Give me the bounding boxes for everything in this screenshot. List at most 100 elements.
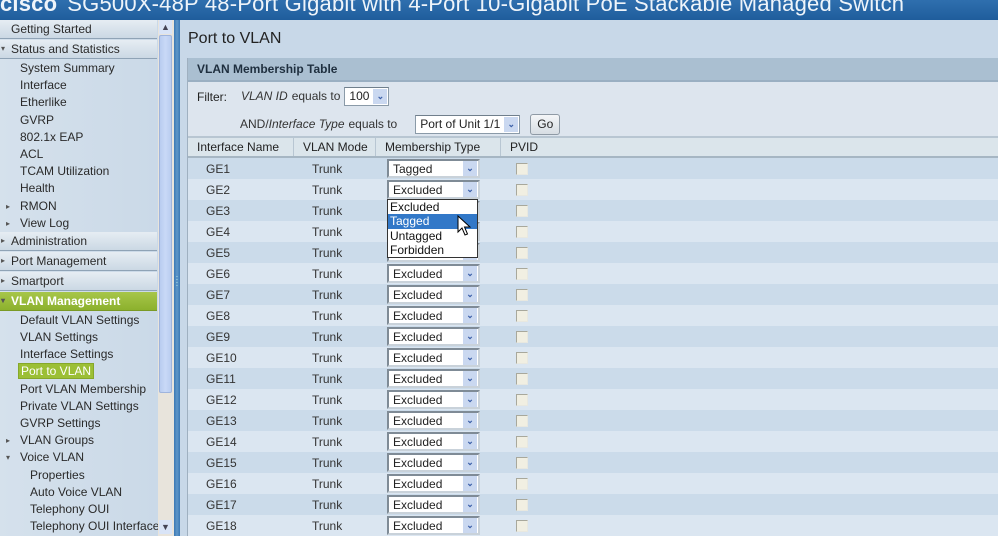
chevron-down-icon[interactable]: ⌄ bbox=[463, 266, 477, 281]
interface-type-select[interactable]: Port of Unit 1/1 ⌄ bbox=[415, 114, 521, 134]
collapse-arrow-icon[interactable]: ▸ bbox=[6, 198, 10, 215]
go-button[interactable]: Go bbox=[530, 113, 561, 135]
dropdown-option-forbidden[interactable]: Forbidden bbox=[388, 243, 477, 257]
sidebar-section-administration[interactable]: ▸ Administration bbox=[0, 231, 157, 251]
expand-arrow-icon[interactable]: ▾ bbox=[1, 40, 5, 58]
sidebar-item-port-to-vlan[interactable]: Port to VLAN bbox=[0, 363, 157, 380]
membership-type-select[interactable]: Excluded ⌄ bbox=[387, 348, 480, 367]
pvid-checkbox[interactable] bbox=[516, 268, 528, 280]
scroll-down-icon[interactable]: ▼ bbox=[159, 520, 172, 534]
sidebar-item-gvrp[interactable]: GVRP bbox=[0, 112, 157, 129]
sidebar-item-properties[interactable]: Properties bbox=[0, 467, 157, 484]
pvid-checkbox[interactable] bbox=[516, 289, 528, 301]
pvid-checkbox[interactable] bbox=[516, 226, 528, 238]
column-header-vlan-mode[interactable]: VLAN Mode bbox=[294, 138, 376, 156]
chevron-down-icon[interactable]: ⌄ bbox=[463, 476, 477, 491]
pvid-checkbox[interactable] bbox=[516, 331, 528, 343]
sidebar-item-system-summary[interactable]: System Summary bbox=[0, 60, 157, 77]
scroll-up-icon[interactable]: ▲ bbox=[159, 20, 172, 34]
sidebar-item-etherlike[interactable]: Etherlike bbox=[0, 94, 157, 111]
sidebar-section-vlan-management[interactable]: ▾ VLAN Management bbox=[0, 291, 157, 311]
membership-type-select[interactable]: Excluded ⌄ bbox=[387, 264, 480, 283]
membership-type-select[interactable]: Excluded ⌄ bbox=[387, 180, 480, 199]
sidebar-item-telephony-oui-interface[interactable]: Telephony OUI Interface bbox=[0, 518, 159, 535]
sidebar-item-interface-settings[interactable]: Interface Settings bbox=[0, 346, 157, 363]
membership-type-select[interactable]: Excluded ⌄ bbox=[387, 453, 480, 472]
pvid-checkbox[interactable] bbox=[516, 205, 528, 217]
membership-type-select[interactable]: Excluded ⌄ bbox=[387, 306, 480, 325]
chevron-down-icon[interactable]: ⌄ bbox=[463, 455, 477, 470]
sidebar-section-getting-started[interactable]: Getting Started bbox=[0, 20, 157, 39]
sidebar-item-health[interactable]: Health bbox=[0, 180, 157, 197]
splitter-grip-icon[interactable]: · · · · bbox=[175, 273, 179, 290]
pvid-checkbox[interactable] bbox=[516, 457, 528, 469]
membership-type-select[interactable]: Excluded ⌄ bbox=[387, 474, 480, 493]
sidebar-item-rmon[interactable]: ▸ RMON bbox=[0, 198, 157, 215]
chevron-down-icon[interactable]: ⌄ bbox=[463, 434, 477, 449]
chevron-down-icon[interactable]: ⌄ bbox=[463, 518, 477, 533]
chevron-down-icon[interactable]: ⌄ bbox=[463, 350, 477, 365]
membership-type-select[interactable]: Excluded ⌄ bbox=[387, 495, 480, 514]
membership-type-select[interactable]: Excluded ⌄ bbox=[387, 285, 480, 304]
membership-type-select[interactable]: Excluded ⌄ bbox=[387, 369, 480, 388]
chevron-down-icon[interactable]: ⌄ bbox=[463, 371, 477, 386]
sidebar-item-gvrp-settings[interactable]: GVRP Settings bbox=[0, 415, 157, 432]
sidebar-section-smartport[interactable]: ▸ Smartport bbox=[0, 271, 157, 291]
pvid-checkbox[interactable] bbox=[516, 436, 528, 448]
collapse-arrow-icon[interactable]: ▸ bbox=[6, 215, 10, 232]
pvid-checkbox[interactable] bbox=[516, 415, 528, 427]
pvid-checkbox[interactable] bbox=[516, 520, 528, 532]
sidebar-section-status-and-statistics[interactable]: ▾ Status and Statistics bbox=[0, 40, 157, 59]
sidebar-item-auto-voice-vlan[interactable]: Auto Voice VLAN bbox=[0, 484, 157, 501]
collapse-arrow-icon[interactable]: ▸ bbox=[1, 232, 5, 250]
pvid-checkbox[interactable] bbox=[516, 373, 528, 385]
sidebar-item-view-log[interactable]: ▸ View Log bbox=[0, 215, 157, 232]
column-header-pvid[interactable]: PVID bbox=[501, 138, 561, 156]
chevron-down-icon[interactable]: ⌄ bbox=[463, 392, 477, 407]
membership-type-select[interactable]: Excluded ⌄ bbox=[387, 432, 480, 451]
scrollbar-thumb[interactable] bbox=[159, 35, 172, 393]
collapse-arrow-icon[interactable]: ▸ bbox=[1, 272, 5, 290]
chevron-down-icon[interactable]: ⌄ bbox=[463, 287, 477, 302]
sidebar-item-telephony-oui[interactable]: Telephony OUI bbox=[0, 501, 157, 518]
sidebar-item-vlan-settings[interactable]: VLAN Settings bbox=[0, 329, 157, 346]
pvid-checkbox[interactable] bbox=[516, 499, 528, 511]
chevron-down-icon[interactable]: ⌄ bbox=[463, 182, 477, 197]
membership-type-select[interactable]: Excluded ⌄ bbox=[387, 327, 480, 346]
expand-arrow-icon[interactable]: ▾ bbox=[1, 292, 5, 310]
vlan-id-select[interactable]: 100 ⌄ bbox=[344, 86, 390, 106]
column-header-interface-name[interactable]: Interface Name bbox=[188, 138, 294, 156]
sidebar-item-private-vlan-settings[interactable]: Private VLAN Settings bbox=[0, 398, 157, 415]
dropdown-option-excluded[interactable]: Excluded bbox=[388, 200, 477, 214]
chevron-down-icon[interactable]: ⌄ bbox=[463, 497, 477, 512]
chevron-down-icon[interactable]: ⌄ bbox=[373, 88, 388, 104]
expand-arrow-icon[interactable]: ▾ bbox=[6, 449, 10, 466]
membership-type-select[interactable]: Excluded ⌄ bbox=[387, 516, 480, 535]
membership-type-select[interactable]: Excluded ⌄ bbox=[387, 390, 480, 409]
sidebar-scrollbar[interactable]: ▲ ▼ bbox=[158, 20, 174, 536]
sidebar-item-tcam-utilization[interactable]: TCAM Utilization bbox=[0, 163, 157, 180]
pvid-checkbox[interactable] bbox=[516, 394, 528, 406]
pvid-checkbox[interactable] bbox=[516, 478, 528, 490]
column-header-membership-type[interactable]: Membership Type bbox=[376, 138, 501, 156]
chevron-down-icon[interactable]: ⌄ bbox=[463, 308, 477, 323]
pvid-checkbox[interactable] bbox=[516, 310, 528, 322]
pvid-checkbox[interactable] bbox=[516, 247, 528, 259]
sidebar-section-port-management[interactable]: ▸ Port Management bbox=[0, 251, 157, 271]
sidebar-item-port-vlan-membership[interactable]: Port VLAN Membership bbox=[0, 381, 157, 398]
pvid-checkbox[interactable] bbox=[516, 184, 528, 196]
sidebar-item-default-vlan-settings[interactable]: Default VLAN Settings bbox=[0, 312, 157, 329]
pvid-checkbox[interactable] bbox=[516, 163, 528, 175]
chevron-down-icon[interactable]: ⌄ bbox=[504, 116, 519, 132]
chevron-down-icon[interactable]: ⌄ bbox=[463, 413, 477, 428]
chevron-down-icon[interactable]: ⌄ bbox=[463, 161, 477, 176]
sidebar-item-vlan-groups[interactable]: ▸ VLAN Groups bbox=[0, 432, 157, 449]
sidebar-item-voice-vlan[interactable]: ▾ Voice VLAN bbox=[0, 449, 157, 466]
collapse-arrow-icon[interactable]: ▸ bbox=[1, 252, 5, 270]
chevron-down-icon[interactable]: ⌄ bbox=[463, 329, 477, 344]
sidebar-item-acl[interactable]: ACL bbox=[0, 146, 157, 163]
membership-type-select[interactable]: Excluded ⌄ bbox=[387, 411, 480, 430]
pvid-checkbox[interactable] bbox=[516, 352, 528, 364]
membership-type-select[interactable]: Tagged ⌄ bbox=[387, 159, 480, 178]
collapse-arrow-icon[interactable]: ▸ bbox=[6, 432, 10, 449]
